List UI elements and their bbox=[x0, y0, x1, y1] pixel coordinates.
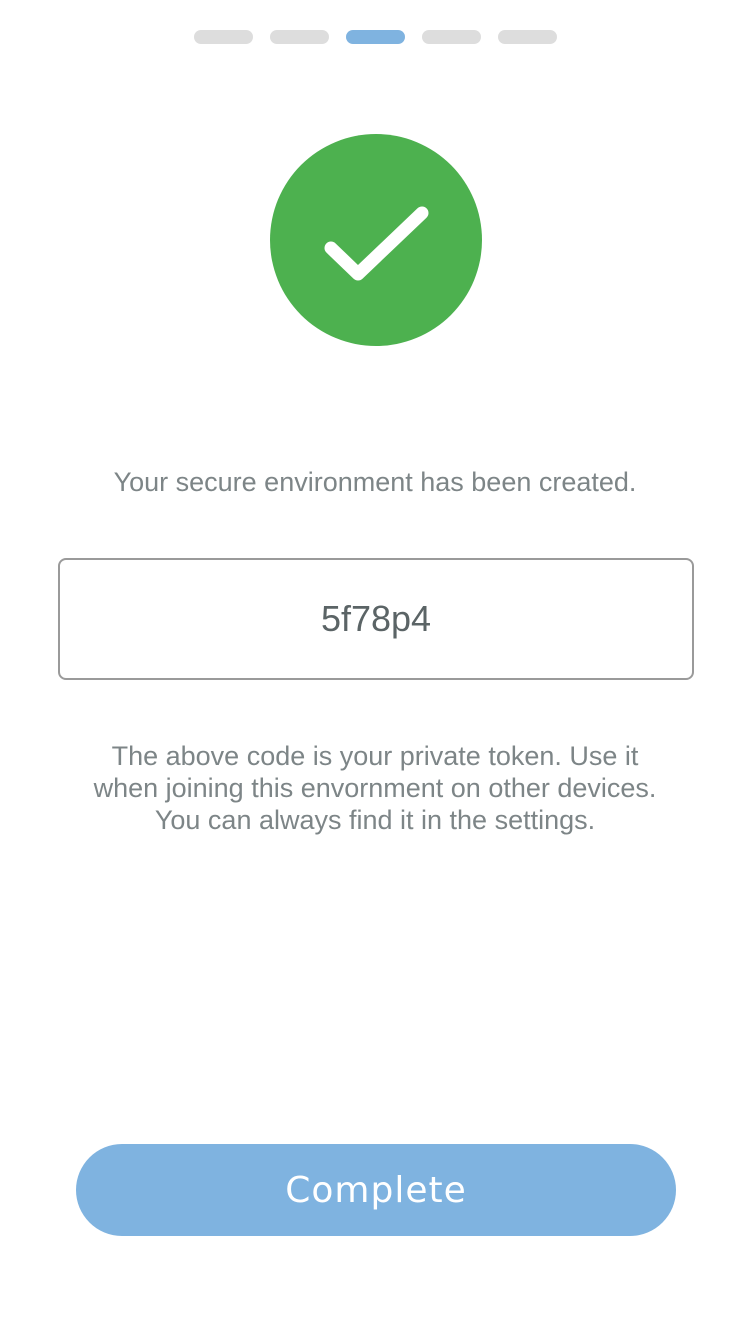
success-message: Your secure environment has been created… bbox=[113, 467, 637, 497]
checkmark-icon bbox=[324, 206, 429, 281]
token-info-line: You can always find it in the settings. bbox=[154, 805, 596, 835]
token-info-line: when joining this envornment on other de… bbox=[93, 773, 657, 803]
token-info-text: The above code is your private token. Us… bbox=[40, 740, 710, 836]
progress-step-5 bbox=[497, 30, 557, 44]
progress-step-2 bbox=[269, 30, 329, 44]
success-badge bbox=[270, 134, 482, 346]
complete-button[interactable]: Complete bbox=[76, 1144, 676, 1236]
progress-step-3 bbox=[345, 30, 405, 44]
progress-step-1 bbox=[193, 30, 253, 44]
progress-indicator bbox=[0, 30, 750, 44]
token-info-line: The above code is your private token. Us… bbox=[111, 741, 639, 771]
progress-step-4 bbox=[421, 30, 481, 44]
private-token-field[interactable]: 5f78p4 bbox=[58, 558, 694, 680]
